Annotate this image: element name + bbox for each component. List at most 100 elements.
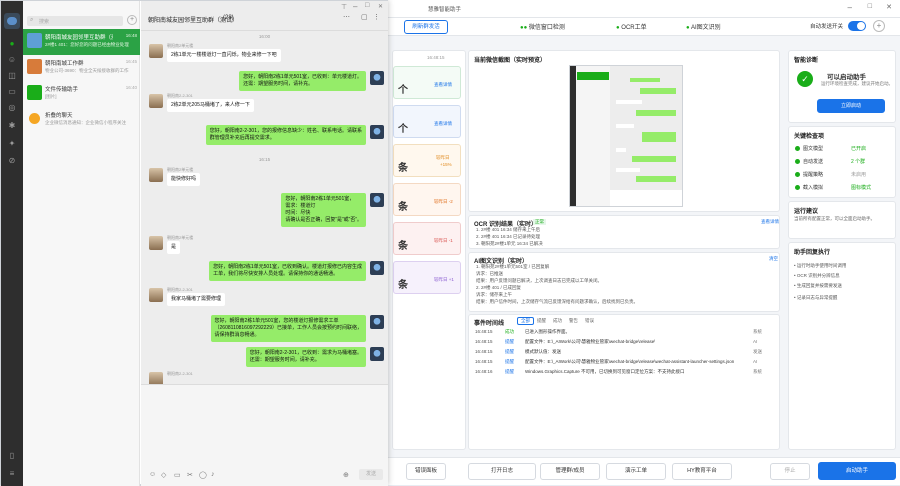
- filter-info[interactable]: 提醒: [537, 318, 546, 324]
- manage-groups-button[interactable]: 管理群/成员: [540, 463, 600, 480]
- ai-clear-link[interactable]: 清空: [769, 256, 778, 262]
- settings-icon[interactable]: ⋮: [373, 13, 380, 21]
- folder-icon[interactable]: ▭: [174, 471, 181, 479]
- avatar[interactable]: [149, 94, 163, 108]
- filter-warning[interactable]: 警告: [569, 318, 578, 324]
- stat-card: 条 较昨日 -1: [393, 222, 461, 255]
- message-bubble-out[interactable]: 您好，朝阳南2栋1单元501室， 需求：楼道灯 时间：尽快 请确认是否正确，回复…: [281, 193, 366, 227]
- check-label: 图文模型: [803, 146, 824, 152]
- message-bubble-out[interactable]: 您好，朝阳南2栋1单元501室，已收到：单元楼道灯。 还需：期望服务时间，请补充…: [239, 71, 366, 91]
- timestamp: 16:00: [258, 34, 271, 39]
- close-icon[interactable]: ✕: [378, 3, 383, 10]
- voice-call-icon[interactable]: ⊕: [343, 471, 349, 479]
- bot-avatar[interactable]: [370, 193, 384, 207]
- tab-ai[interactable]: ● AI图文识别: [686, 22, 721, 31]
- moments-icon[interactable]: ◎: [7, 103, 17, 113]
- search-network-icon[interactable]: ✦: [7, 139, 17, 149]
- list-item[interactable]: 文件传输助手 [图片] 16:40: [23, 81, 140, 107]
- list-item[interactable]: 折叠的聊天 企业微信消息通知：企业微信小程序关注: [23, 107, 140, 133]
- tab-wechat-detect[interactable]: ●● 微信窗口检测: [520, 22, 565, 31]
- close-icon[interactable]: ✕: [886, 3, 892, 11]
- channels-icon[interactable]: ✱: [7, 121, 17, 131]
- bot-avatar[interactable]: [370, 71, 384, 85]
- event-time: 16:48:15: [475, 339, 493, 344]
- favorite-icon[interactable]: ◇: [161, 471, 166, 479]
- add-chat-icon[interactable]: +: [127, 15, 137, 25]
- platform-button[interactable]: HY教育平台: [672, 463, 732, 480]
- diagnosis-title: 智能诊断: [794, 58, 819, 64]
- start-now-button[interactable]: 立即启动: [817, 99, 885, 113]
- message-bubble-in[interactable]: 能快修好吗: [167, 173, 201, 186]
- error-panel-button[interactable]: 错误面板: [406, 463, 446, 480]
- avatar[interactable]: [4, 13, 20, 29]
- check-status-icon: [795, 172, 800, 178]
- contacts-icon[interactable]: ☺: [7, 55, 17, 65]
- stat-link[interactable]: 查看详情: [434, 82, 452, 88]
- message-bubble-out[interactable]: 您好，朝阳南2栋1单元501室，您的楼道灯报修需求工单 （26081108160…: [210, 315, 366, 342]
- stop-button[interactable]: 停止: [770, 463, 810, 480]
- chat-history-icon[interactable]: ◯: [199, 471, 207, 479]
- member-count: (28): [223, 15, 234, 21]
- avatar[interactable]: [149, 236, 163, 250]
- suggest-title: 运行建议: [794, 209, 819, 215]
- avatar[interactable]: [149, 44, 163, 58]
- emoji-icon[interactable]: ☺: [149, 471, 156, 478]
- favorites-icon[interactable]: ◫: [7, 71, 17, 81]
- stat-link[interactable]: 查看详情: [434, 121, 452, 127]
- more-icon[interactable]: ⋯: [343, 13, 350, 21]
- event-text: Windows.Graphics.Capture 不可用，已切换到可见窗口定位方…: [525, 369, 685, 374]
- maximize-icon[interactable]: □: [868, 3, 872, 10]
- chat-icon[interactable]: ●: [7, 39, 17, 49]
- message-bubble-in[interactable]: 我家马桶堵了需要修理: [167, 293, 226, 306]
- message-bubble-out[interactable]: 您好，朝阳南2-2-301，您的报修信息缺少：姓名、联系电话。请联系 群管理员补…: [205, 125, 366, 145]
- maximize-icon[interactable]: □: [365, 2, 369, 9]
- check-status-icon: [795, 159, 800, 165]
- tab-ocr[interactable]: ● OCR工单: [616, 22, 647, 31]
- chat-preview: 物业公司-3690：物业全天候接收群的工作: [45, 68, 129, 73]
- minimize-icon[interactable]: –: [353, 2, 357, 11]
- checks-title: 关键检查项: [794, 134, 825, 140]
- miniprogram-icon[interactable]: ⊘: [7, 156, 17, 166]
- filter-all[interactable]: 全部: [517, 317, 534, 325]
- bot-avatar[interactable]: [370, 315, 384, 329]
- check-label: 提醒策略: [803, 172, 824, 178]
- send-button[interactable]: 发送: [359, 469, 383, 480]
- phone-icon[interactable]: ▯: [7, 451, 17, 461]
- menu-icon[interactable]: ≡: [7, 469, 17, 479]
- stat-value: 条: [398, 280, 408, 291]
- wechat-window: ● ☺ ◫ ▭ ◎ ✱ ✦ ⊘ ▯ ≡ ⌕ 搜索 + 朝阳南城友园邻里互助群（测…: [0, 0, 388, 486]
- add-icon[interactable]: +: [873, 20, 885, 32]
- search-box[interactable]: ⌕ 搜索: [27, 16, 123, 26]
- open-log-button[interactable]: 打开日志: [468, 463, 536, 480]
- message-bubble-in[interactable]: 2栋2单元205马桶堵了，来人修一下: [167, 99, 254, 112]
- filter-error[interactable]: 错误: [585, 318, 594, 324]
- filter-success[interactable]: 成功: [553, 318, 562, 324]
- message-bubble-in[interactable]: 2栋1单元一楼楼道灯一直闪烁，物业来修一下吧: [167, 49, 281, 62]
- bot-avatar[interactable]: [370, 261, 384, 275]
- list-item[interactable]: 朝阳南城工作群 物业公司-3690：物业全天候接收群的工作 16:45: [23, 55, 140, 81]
- ai-line: 结果：用户反馈问题已解决，上次调查日志已完成以工单关闭。: [476, 278, 602, 283]
- scissors-icon[interactable]: ✂: [187, 471, 193, 479]
- message-bubble-out[interactable]: 您好，朝阳南2-2-301，已收到：需求为马桶堵塞。 还需：期望服务时间，请补充…: [245, 347, 366, 367]
- demo-ticket-button[interactable]: 演示工单: [606, 463, 666, 480]
- bot-avatar[interactable]: [370, 347, 384, 361]
- refresh-button[interactable]: 刷新群发活: [404, 20, 448, 34]
- video-icon[interactable]: ▢: [361, 13, 368, 21]
- mic-icon[interactable]: ♪: [211, 471, 215, 478]
- sender-name: 朝阳南2-2-301: [167, 371, 193, 376]
- pin-icon[interactable]: ⊤: [341, 3, 347, 11]
- start-assistant-button[interactable]: 启动助手: [818, 462, 896, 480]
- check-status-icon: [795, 146, 800, 152]
- minimize-icon[interactable]: –: [848, 3, 852, 12]
- composer[interactable]: ☺ ◇ ▭ ✂ ◯ ♪ ⊕ 发送: [141, 384, 388, 486]
- check-label: 截入模拟: [803, 185, 824, 191]
- chat-item-active[interactable]: 朝阳南城友园邻里互助群（测试） 2#楼1 401：您好您的问题已经由物业处理 1…: [23, 29, 140, 55]
- bot-avatar[interactable]: [370, 125, 384, 139]
- avatar[interactable]: [149, 168, 163, 182]
- ocr-detail-link[interactable]: 查看详情: [761, 219, 779, 225]
- message-bubble-out[interactable]: 您好，朝阳南2栋1单元501室，已收到确认。楼道灯报修已内容生成 工单，我们将尽…: [209, 261, 366, 281]
- files-icon[interactable]: ▭: [7, 87, 17, 97]
- auto-send-toggle[interactable]: [848, 21, 866, 31]
- avatar[interactable]: [149, 288, 163, 302]
- message-bubble-in[interactable]: 是: [167, 241, 181, 254]
